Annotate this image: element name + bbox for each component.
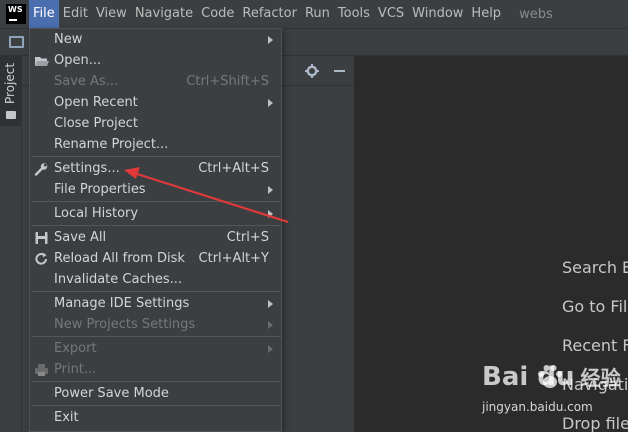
menu-help[interactable]: Help <box>467 0 505 28</box>
save-icon <box>35 232 48 244</box>
submenu-arrow-icon <box>268 186 273 194</box>
folder-open-icon <box>35 57 49 66</box>
project-title: webs <box>519 6 553 22</box>
minimize-icon[interactable] <box>334 70 345 72</box>
print-icon <box>35 364 48 376</box>
file-menu-dropdown: New Open... Save As... Ctrl+Shift+S Open… <box>29 28 282 432</box>
submenu-arrow-icon <box>268 321 273 329</box>
menu-item-close-project[interactable]: Close Project <box>30 114 281 135</box>
welcome-search-everywhere: Search E <box>562 258 628 277</box>
menu-bar: WS File Edit View Navigate Code Refactor… <box>0 0 628 28</box>
tool-window-strip: Project <box>0 56 22 432</box>
menu-refactor[interactable]: Refactor <box>238 0 301 28</box>
welcome-go-to-file: Go to Fil <box>562 297 628 316</box>
gear-icon[interactable] <box>305 64 319 78</box>
menu-vcs[interactable]: VCS <box>374 0 408 28</box>
menu-edit[interactable]: Edit <box>59 0 92 28</box>
welcome-recent-files: Recent F <box>562 336 628 355</box>
menu-tools[interactable]: Tools <box>334 0 374 28</box>
menu-window[interactable]: Window <box>408 0 467 28</box>
menu-run[interactable]: Run <box>301 0 334 28</box>
menu-view[interactable]: View <box>92 0 131 28</box>
paw-icon <box>538 365 562 388</box>
folder-icon <box>6 111 16 119</box>
menu-separator <box>32 291 281 292</box>
menu-item-save-as: Save As... Ctrl+Shift+S <box>54 74 269 89</box>
menu-separator <box>32 201 281 202</box>
menu-item-print: Print... <box>30 360 281 381</box>
menu-separator <box>32 405 281 406</box>
shortcut-label: Ctrl+Shift+S <box>186 74 269 89</box>
watermark-url: jingyan.baidu.com <box>482 400 593 414</box>
menu-item-open-recent[interactable]: Open Recent <box>30 93 281 114</box>
menu-navigate[interactable]: Navigate <box>131 0 197 28</box>
menu-item-exit[interactable]: Exit <box>30 408 281 429</box>
menu-item-save-all[interactable]: Save All Ctrl+S <box>30 228 281 249</box>
baidu-watermark: Bai du 经验 jingyan.baidu.com <box>480 360 628 432</box>
menu-item-rename-project[interactable]: Rename Project... <box>30 135 281 156</box>
menu-separator <box>32 336 281 337</box>
menu-item-new[interactable]: New <box>30 30 281 51</box>
submenu-arrow-icon <box>268 36 273 44</box>
menu-item-manage-ide-settings[interactable]: Manage IDE Settings <box>30 294 281 315</box>
menu-item-file-properties[interactable]: File Properties <box>30 180 281 201</box>
menu-item-export: Export <box>30 339 281 360</box>
reload-icon <box>35 252 47 265</box>
shortcut-label: Ctrl+Alt+S <box>198 161 269 176</box>
menu-item-power-save-mode[interactable]: Power Save Mode <box>30 384 281 405</box>
menu-separator <box>32 225 281 226</box>
menu-item-new-projects-settings: New Projects Settings <box>30 315 281 336</box>
menu-separator <box>32 156 281 157</box>
menu-code[interactable]: Code <box>197 0 238 28</box>
menu-separator <box>32 381 281 382</box>
menu-item-settings[interactable]: Settings... Ctrl+Alt+S <box>30 159 281 180</box>
logo-text: WS <box>8 5 23 14</box>
submenu-arrow-icon <box>268 210 273 218</box>
window-icon[interactable] <box>9 36 24 48</box>
submenu-arrow-icon <box>268 300 273 308</box>
shortcut-label: Ctrl+S <box>226 230 269 245</box>
shortcut-label: Ctrl+Alt+Y <box>198 251 269 266</box>
menu-file[interactable]: File <box>29 0 59 28</box>
webstorm-logo-icon: WS <box>6 4 26 24</box>
project-tool-tab[interactable]: Project <box>0 56 22 126</box>
menu-item-open[interactable]: Open... <box>30 51 281 72</box>
project-tab-label: Project <box>3 62 17 104</box>
wrench-icon <box>34 163 48 176</box>
menu-item-local-history[interactable]: Local History <box>30 204 281 225</box>
menu-item-invalidate-caches[interactable]: Invalidate Caches... <box>30 270 281 291</box>
submenu-arrow-icon <box>268 99 273 107</box>
menu-item-reload-all[interactable]: Reload All from Disk Ctrl+Alt+Y <box>30 249 281 270</box>
submenu-arrow-icon <box>268 345 273 353</box>
